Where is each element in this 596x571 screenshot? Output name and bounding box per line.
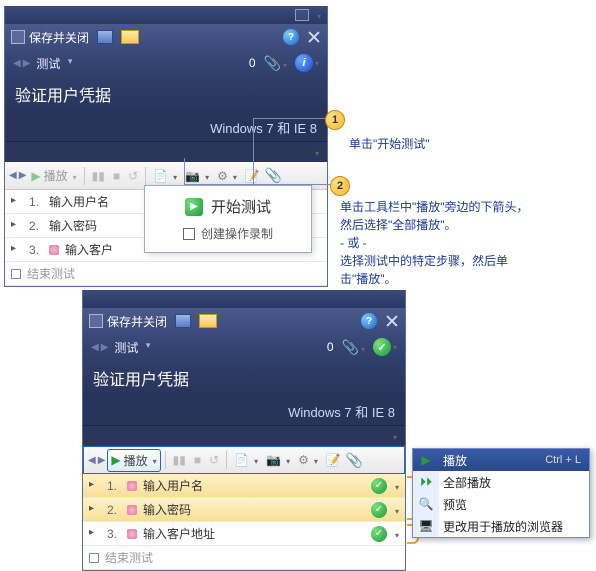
expand-icon[interactable] <box>89 480 101 492</box>
pause-icon[interactable]: ▮▮ <box>89 167 108 185</box>
pass-icon[interactable] <box>371 502 387 518</box>
reset-icon[interactable]: ↺ <box>125 167 141 185</box>
menu-item-play[interactable]: ▶ 播放 Ctrl + L <box>413 449 589 471</box>
page-title: 验证用户凭据 <box>83 360 405 398</box>
environment-label: Windows 7 和 IE 8 <box>83 398 405 426</box>
settings-icon[interactable]: ⚙ <box>214 167 240 185</box>
status-dropdown[interactable] <box>373 338 397 356</box>
test-step[interactable]: 3. 输入客户地址 <box>83 522 405 546</box>
count-label: 0 <box>327 340 334 354</box>
record-label: 创建操作录制 <box>201 225 273 242</box>
play-dropdown-icon[interactable] <box>151 453 157 467</box>
count-label: 0 <box>249 56 256 70</box>
callout-number-2: 2 <box>330 176 350 196</box>
pass-icon[interactable] <box>371 478 387 494</box>
menu-item-change-browser[interactable]: 🖥 更改用于播放的浏览器 <box>413 515 589 537</box>
pass-icon[interactable] <box>371 526 387 542</box>
stop-icon[interactable]: ■ <box>110 167 123 185</box>
open-icon[interactable] <box>199 314 217 328</box>
capture-icon[interactable]: 📄 <box>150 167 180 185</box>
playback-toolbar: ◀▶ ▶ 播放 ▮▮ ■ ↺ 📄 📷 ⚙ 📝 📎 <box>83 446 405 474</box>
browser-icon: 🖥 <box>417 519 435 533</box>
start-test-popup: 开始测试 创建操作录制 <box>144 185 312 253</box>
tab-test[interactable]: 测试 <box>36 55 72 72</box>
layout-dropdown[interactable] <box>315 8 321 22</box>
play-button[interactable]: ▶ 播放 <box>28 165 79 186</box>
save-icon[interactable] <box>175 314 191 328</box>
page-title: 验证用户凭据 <box>5 76 327 114</box>
title-bar <box>5 6 327 24</box>
save-icon[interactable] <box>97 30 113 44</box>
play-icon: ▶ <box>31 169 40 183</box>
menu-item-play-all[interactable]: ⏵⏵ 全部播放 <box>413 471 589 493</box>
capture-icon[interactable]: 📄 <box>231 451 261 469</box>
play-icon: ▶ <box>111 453 120 467</box>
attach-icon[interactable]: 📎 <box>346 452 363 469</box>
step-nav[interactable]: ◀▶ <box>88 455 105 466</box>
reset-icon[interactable]: ↺ <box>206 451 222 469</box>
expand-icon[interactable] <box>89 504 101 516</box>
attachment-icon[interactable]: 📎 <box>342 339 365 356</box>
env-dropdown[interactable] <box>391 429 397 443</box>
camera-icon[interactable]: 📷 <box>263 451 293 469</box>
info-dropdown[interactable]: i <box>295 54 319 72</box>
save-close-button[interactable]: 保存并关闭 <box>11 29 89 46</box>
step-list: 1. 输入用户名 2. 输入密码 3. 输入客户地址 结束测试 <box>83 474 405 570</box>
attachment-icon[interactable]: 📎 <box>264 55 287 72</box>
close-icon[interactable] <box>307 30 321 44</box>
marker-icon <box>49 245 59 255</box>
callout-text-1: 单击"开始测试" <box>349 135 430 153</box>
marker-icon <box>127 529 137 539</box>
main-toolbar: 保存并关闭 ? <box>5 24 327 50</box>
tab-row: ◀▶ 测试 0 📎 <box>83 334 405 360</box>
test-step[interactable]: 1. 输入用户名 <box>83 474 405 498</box>
expand-icon[interactable] <box>11 220 23 232</box>
play-icon: ▶ <box>417 453 435 467</box>
end-test-step[interactable]: 结束测试 <box>83 546 405 570</box>
settings-icon[interactable]: ⚙ <box>295 451 321 469</box>
expand-icon[interactable] <box>11 196 23 208</box>
end-icon <box>89 553 99 563</box>
play-all-icon: ⏵⏵ <box>417 475 435 490</box>
save-close-icon <box>89 314 103 328</box>
callout-number-1: 1 <box>325 110 345 130</box>
expand-icon[interactable] <box>11 244 23 256</box>
end-icon <box>11 269 21 279</box>
close-icon[interactable] <box>385 314 399 328</box>
save-close-button[interactable]: 保存并关闭 <box>89 313 167 330</box>
start-test-button[interactable]: 开始测试 <box>185 196 271 217</box>
end-test-step[interactable]: 结束测试 <box>5 262 327 286</box>
open-icon[interactable] <box>121 30 139 44</box>
record-checkbox[interactable] <box>183 228 195 240</box>
main-toolbar: 保存并关闭 ? <box>83 308 405 334</box>
start-play-icon <box>185 198 203 216</box>
camera-icon[interactable]: 📷 <box>182 167 212 185</box>
title-bar <box>83 290 405 308</box>
pause-icon[interactable]: ▮▮ <box>170 451 189 469</box>
note-icon[interactable]: 📝 <box>323 451 344 469</box>
tab-test[interactable]: 测试 <box>114 339 150 356</box>
help-icon[interactable]: ? <box>361 313 377 329</box>
marker-icon <box>127 505 137 515</box>
nav-arrows[interactable]: ◀▶ <box>13 58 30 69</box>
attach-icon[interactable]: 📎 <box>265 167 282 184</box>
env-dropdown[interactable] <box>313 145 319 159</box>
layout-toggle-icon[interactable] <box>295 9 309 21</box>
callout-text-2: 单击工具栏中"播放"旁边的下箭头，然后选择"全部播放"。 - 或 - 选择测试中… <box>340 198 530 288</box>
nav-arrows[interactable]: ◀▶ <box>91 342 108 353</box>
play-context-menu: ▶ 播放 Ctrl + L ⏵⏵ 全部播放 🔍 预览 🖥 更改用于播放的浏览器 <box>412 448 590 538</box>
play-split-button[interactable]: ▶ 播放 <box>107 449 160 472</box>
tab-row: ◀▶ 测试 0 📎 i <box>5 50 327 76</box>
preview-icon: 🔍 <box>417 497 435 511</box>
help-icon[interactable]: ? <box>283 29 299 45</box>
expand-icon[interactable] <box>89 528 101 540</box>
test-step[interactable]: 2. 输入密码 <box>83 498 405 522</box>
marker-icon <box>127 481 137 491</box>
save-close-label: 保存并关闭 <box>29 29 89 46</box>
menu-item-preview[interactable]: 🔍 预览 <box>413 493 589 515</box>
step-nav[interactable]: ◀▶ <box>9 170 26 181</box>
save-close-icon <box>11 30 25 44</box>
stop-icon[interactable]: ■ <box>191 451 204 469</box>
